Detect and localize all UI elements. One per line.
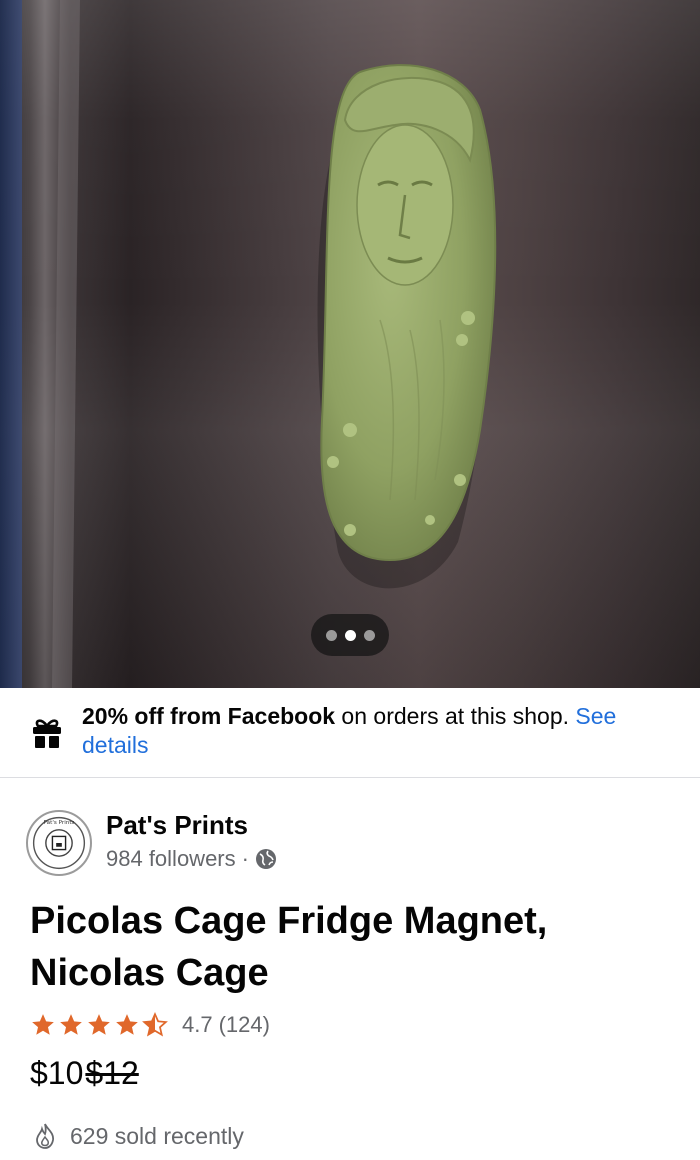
current-price: $10 [30, 1055, 84, 1091]
rating-count[interactable]: (124) [219, 1012, 270, 1038]
seller-followers: 984 followers [106, 846, 236, 871]
seller-name[interactable]: Pat's Prints [106, 810, 248, 841]
star-full-icon [116, 1014, 138, 1035]
star-full-icon [60, 1014, 82, 1035]
promo-message: 20% off from Facebook on orders at this … [82, 702, 682, 760]
promo-banner: 20% off from Facebook on orders at this … [0, 688, 700, 778]
star-full-icon [88, 1014, 110, 1035]
carousel-dot-active[interactable] [344, 629, 356, 641]
promo-discount: 20% off from Facebook [82, 703, 336, 729]
sold-recently: 629 sold recently [34, 1122, 244, 1150]
sold-text: 629 sold recently [70, 1122, 244, 1149]
rating-value: 4.7 [182, 1012, 213, 1037]
star-half-icon [142, 1012, 168, 1037]
meta-separator: · [241, 846, 249, 871]
seller-info[interactable]: Pat's Prints Pat's Prints 984 followers … [0, 800, 700, 880]
carousel-dot[interactable] [363, 629, 375, 641]
original-price: $12 [85, 1055, 139, 1091]
seller-logo-text: Pat's Prints [44, 820, 75, 826]
gift-icon [33, 719, 61, 748]
star-rating [30, 1012, 168, 1038]
price: $10 $12 [30, 1055, 139, 1092]
globe-icon [255, 849, 276, 869]
carousel-indicator[interactable] [311, 614, 389, 656]
listing-title: Picolas Cage Fridge Magnet, Nicolas Cage [30, 900, 548, 994]
promo-body: on orders at this shop. [335, 703, 576, 729]
star-full-icon [32, 1014, 54, 1035]
carousel-dot[interactable] [325, 629, 337, 641]
flame-icon [36, 1123, 54, 1149]
seller-meta: 984 followers · [106, 846, 277, 872]
pickle-magnet-image [0, 0, 497, 688]
rating-row[interactable]: 4.7 (124) [30, 1010, 270, 1040]
seller-avatar[interactable]: Pat's Prints [26, 810, 92, 876]
product-photo[interactable] [0, 0, 700, 688]
